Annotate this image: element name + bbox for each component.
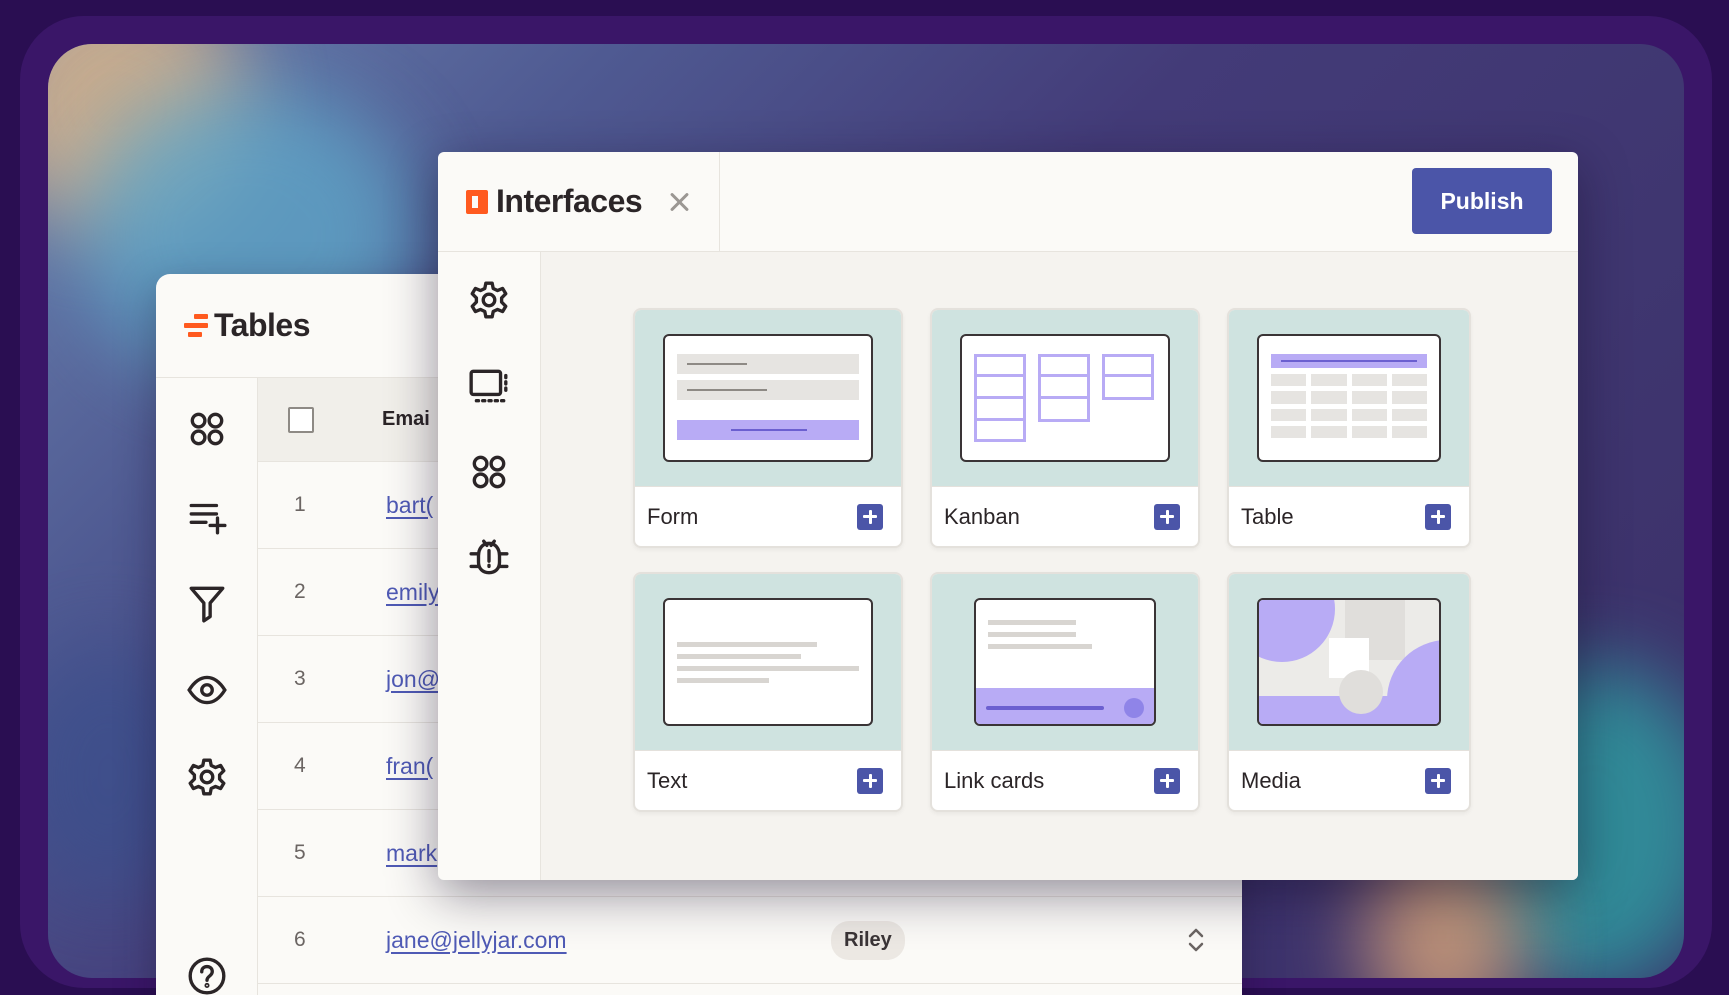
add-link-cards-button[interactable] xyxy=(1154,767,1180,794)
component-card-media[interactable]: Media xyxy=(1227,572,1471,812)
email-link[interactable]: bart( xyxy=(386,492,433,519)
add-text-button[interactable] xyxy=(857,767,883,794)
row-number: 3 xyxy=(294,667,306,690)
form-preview xyxy=(635,310,901,486)
add-table-button[interactable] xyxy=(1425,503,1451,530)
column-header-email[interactable]: Emai xyxy=(382,408,430,431)
row-number: 6 xyxy=(294,928,306,951)
component-card-kanban[interactable]: Kanban xyxy=(930,308,1200,548)
kanban-preview xyxy=(932,310,1198,486)
component-card-table[interactable]: Table xyxy=(1227,308,1471,548)
gear-icon[interactable] xyxy=(467,278,511,322)
interfaces-panel: Interfaces Publish Form Kanban Table Tex… xyxy=(438,152,1578,880)
email-link[interactable]: jane@jellyjar.com xyxy=(386,927,567,954)
component-card-form[interactable]: Form xyxy=(633,308,903,548)
help-icon[interactable] xyxy=(185,955,229,995)
add-field-icon[interactable] xyxy=(185,495,229,537)
row-number: 1 xyxy=(294,493,306,516)
interfaces-sidebar xyxy=(438,252,541,880)
component-label: Link cards xyxy=(944,767,1045,793)
component-card-link-cards[interactable]: Link cards xyxy=(930,572,1200,812)
component-card-text[interactable]: Text xyxy=(633,572,903,812)
table-row[interactable]: 6 jane@jellyjar.com Riley xyxy=(258,897,1242,984)
assignee-badge[interactable]: Riley xyxy=(831,920,905,960)
apps-icon[interactable] xyxy=(467,450,511,494)
interfaces-logo xyxy=(466,189,488,214)
add-kanban-button[interactable] xyxy=(1154,503,1180,530)
tables-sidebar xyxy=(156,378,258,995)
gear-icon[interactable] xyxy=(185,756,229,798)
apps-icon[interactable] xyxy=(185,408,229,450)
tables-title: Tables xyxy=(214,307,311,343)
email-link[interactable]: emily xyxy=(386,579,440,606)
component-gallery: Form Kanban Table Text Link cards Media xyxy=(541,252,1578,880)
email-link[interactable]: jon@ xyxy=(386,666,440,693)
email-link[interactable]: fran( xyxy=(386,753,433,780)
add-form-button[interactable] xyxy=(857,503,883,530)
row-number: 2 xyxy=(294,580,306,603)
publish-button[interactable]: Publish xyxy=(1412,168,1552,234)
component-label: Kanban xyxy=(944,503,1020,529)
component-label: Media xyxy=(1241,767,1301,793)
component-label: Table xyxy=(1241,503,1294,529)
eye-icon[interactable] xyxy=(185,669,229,711)
interfaces-header: Interfaces Publish xyxy=(438,152,1578,252)
layout-icon[interactable] xyxy=(467,364,511,408)
text-preview xyxy=(635,574,901,750)
row-number: 4 xyxy=(294,754,306,777)
component-label: Text xyxy=(647,767,688,793)
row-number: 5 xyxy=(294,841,306,864)
link-cards-preview xyxy=(932,574,1198,750)
table-preview xyxy=(1229,310,1469,486)
select-all-checkbox[interactable] xyxy=(288,406,314,433)
email-link[interactable]: mark xyxy=(386,840,437,867)
close-icon[interactable] xyxy=(668,191,690,213)
component-label: Form xyxy=(647,503,699,529)
tables-logo xyxy=(184,314,208,337)
media-preview xyxy=(1229,574,1469,750)
chevron-updown-icon[interactable] xyxy=(1186,925,1206,955)
add-media-button[interactable] xyxy=(1425,767,1451,794)
bug-icon[interactable] xyxy=(467,536,511,580)
filter-icon[interactable] xyxy=(185,582,229,624)
interfaces-title: Interfaces xyxy=(496,183,643,219)
